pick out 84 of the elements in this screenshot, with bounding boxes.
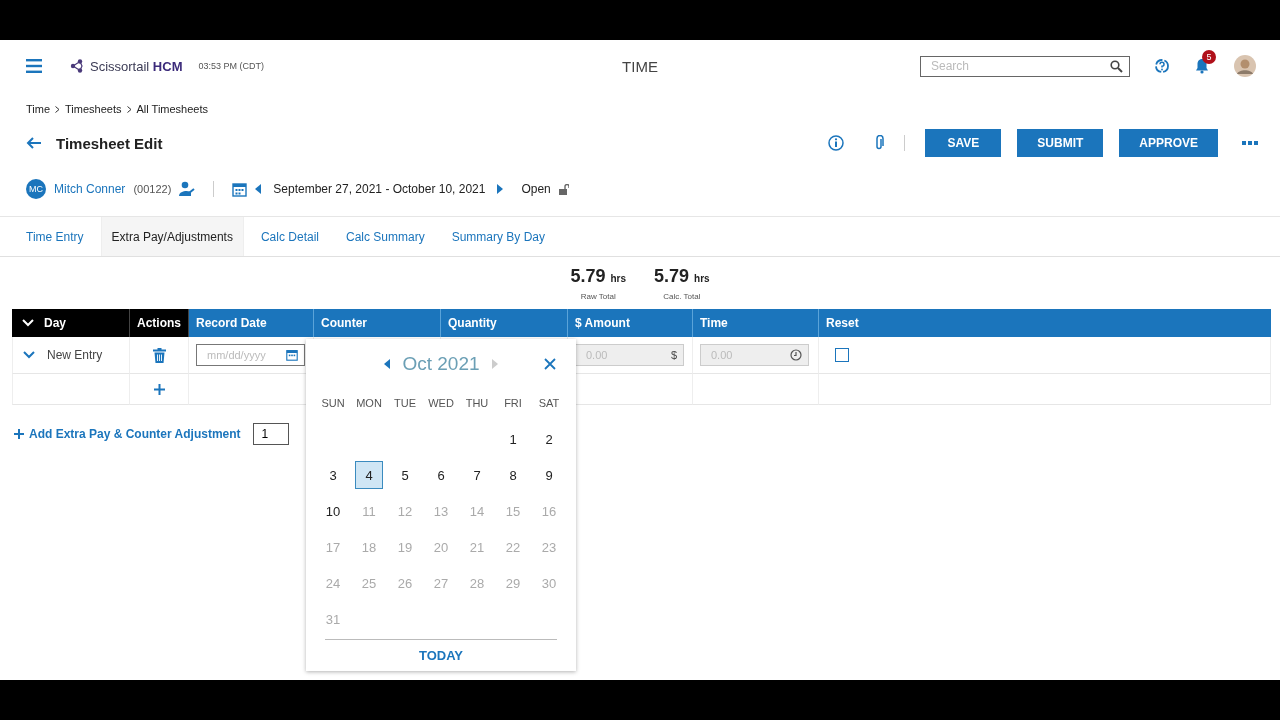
breadcrumb-link[interactable]: All Timesheets (136, 103, 209, 115)
next-period-icon[interactable] (497, 184, 504, 194)
employee-number: (00122) (133, 183, 172, 195)
calendar-icon[interactable] (286, 349, 298, 361)
tab[interactable]: Calc Summary (336, 217, 435, 256)
logo-icon (70, 59, 84, 73)
today-button[interactable]: TODAY (410, 640, 472, 671)
calendar-day[interactable]: 8 (499, 461, 527, 489)
count-field[interactable]: 1 (252, 423, 289, 445)
breadcrumb-link[interactable]: Timesheets (65, 103, 122, 115)
weekday-label: SAT (537, 396, 561, 410)
avatar-icon[interactable] (1234, 55, 1256, 77)
date-field[interactable]: mm/dd/yyyy (196, 344, 305, 366)
back-arrow-icon[interactable] (26, 137, 42, 149)
weekday-label: MON (355, 396, 383, 410)
employee-avatar: MC (26, 179, 46, 199)
tab[interactable]: Extra Pay/Adjustments (100, 217, 244, 256)
total-value: 5.79 hrs (654, 265, 710, 287)
tab[interactable]: Calc Detail (250, 217, 329, 256)
total-label: Raw Total (580, 291, 616, 301)
module-title: TIME (622, 57, 658, 75)
weekday-label: THU (464, 396, 490, 410)
tab[interactable]: Summary By Day (441, 217, 556, 256)
add-icon[interactable] (153, 383, 165, 395)
employee-name[interactable]: Mitch Conner (54, 182, 126, 196)
close-icon[interactable] (544, 358, 556, 370)
calendar-day[interactable]: 9 (535, 461, 563, 489)
search-field[interactable]: Search (920, 55, 1130, 77)
chevron-icon[interactable] (23, 351, 35, 359)
previous-month-icon[interactable] (384, 359, 391, 369)
tab[interactable]: Time Entry (16, 217, 94, 256)
entry-label: New Entry (47, 348, 103, 362)
column-label: Day (44, 316, 66, 330)
column-label: Counter (321, 316, 367, 330)
reset-checkbox[interactable] (835, 348, 849, 362)
column-label: Quantity (448, 316, 497, 330)
timesheet-status: Open (521, 182, 551, 196)
action-button[interactable]: APPROVE (1119, 129, 1218, 157)
clock-icon (790, 349, 802, 361)
month-title: Oct 2021 (402, 353, 480, 375)
calendar-icon[interactable] (232, 181, 248, 197)
delete-icon[interactable] (152, 347, 166, 363)
pay-period: September 27, 2021 - October 10, 2021 (273, 182, 486, 196)
brand-name: Scissortail HCM (90, 58, 183, 74)
column-label: Actions (137, 316, 181, 330)
column-label: Record Date (196, 316, 267, 330)
column-label: Reset (826, 316, 859, 330)
calendar-day[interactable]: 5 (391, 461, 419, 489)
calendar-day[interactable]: 10 (319, 497, 347, 525)
calendar-day[interactable]: 1 (499, 425, 527, 453)
notifications-icon[interactable] (1194, 58, 1210, 74)
weekday-label: FRI (503, 396, 523, 410)
info-icon[interactable] (828, 135, 845, 151)
calendar-day[interactable]: 7 (463, 461, 491, 489)
total-label: Calc. Total (663, 291, 701, 301)
unlocked-icon (558, 183, 569, 195)
total-value: 5.79 hrs (570, 265, 626, 287)
page-title: Timesheet Edit (56, 134, 163, 152)
breadcrumb-link[interactable]: Time (26, 103, 51, 115)
collapse-all-icon[interactable] (22, 319, 34, 327)
calendar-day[interactable]: 4 (355, 461, 383, 489)
calendar-day[interactable]: 6 (427, 461, 455, 489)
breadcrumb-separator-icon (55, 105, 61, 113)
calendar-day[interactable]: 3 (319, 461, 347, 489)
column-label: Time (700, 316, 728, 330)
breadcrumb-separator-icon (126, 105, 132, 113)
more-icon[interactable] (1242, 141, 1258, 145)
add-icon (14, 429, 24, 439)
paperclip-icon[interactable] (874, 135, 885, 151)
previous-period-icon[interactable] (255, 184, 262, 194)
search-icon[interactable] (1110, 59, 1123, 73)
weekday-label: SUN (320, 396, 346, 410)
calendar-day[interactable]: 2 (535, 425, 563, 453)
weekday-label: TUE (393, 396, 417, 410)
user-link-icon[interactable] (179, 181, 196, 197)
column-label: $ Amount (575, 316, 630, 330)
currency-symbol: $ (670, 349, 677, 361)
menu-icon[interactable] (26, 59, 42, 73)
weekday-label: WED (427, 396, 455, 410)
clock-time: 03:53 PM (CDT) (198, 61, 264, 71)
action-button[interactable]: SAVE (925, 129, 1002, 157)
action-button[interactable]: SUBMIT (1017, 129, 1104, 157)
help-icon[interactable] (1154, 58, 1170, 74)
notification-count: 5 (1202, 50, 1216, 64)
